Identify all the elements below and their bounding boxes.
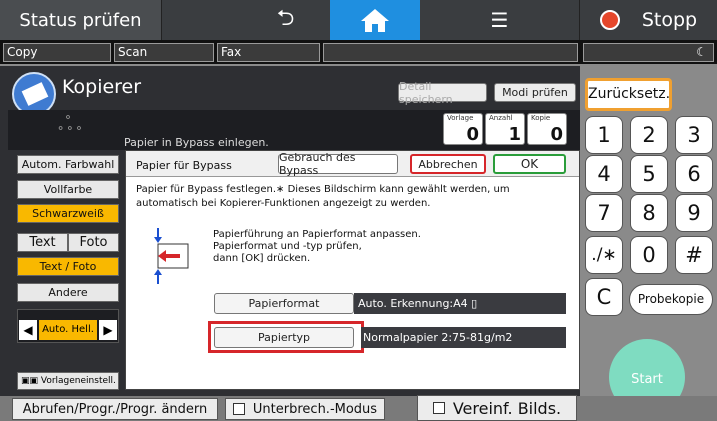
paper-orientation-icon: ▯	[467, 297, 478, 310]
menu-icon: ☰	[490, 8, 509, 32]
instruction-line-2: Papierformat und -typ prüfen,	[213, 241, 362, 252]
ok-button[interactable]: OK	[493, 154, 566, 174]
key-hash[interactable]: #	[675, 236, 713, 274]
dialog-description-1: Papier für Bypass festlegen.∗ Dieses Bil…	[136, 184, 510, 195]
machine-icon: ⚬ ⚬⚬⚬	[56, 111, 84, 135]
tab-copy[interactable]: Copy	[3, 43, 111, 62]
text-photo-mode-button[interactable]: Text / Foto	[17, 257, 119, 276]
sample-copy-button[interactable]: Probekopie	[629, 284, 713, 315]
tab-extra[interactable]: ☾	[583, 43, 714, 62]
bypass-tray-icon	[150, 226, 192, 286]
simple-screen-button[interactable]: Vereinf. Bilds.	[417, 395, 577, 421]
stop-icon	[599, 10, 620, 30]
simple-screen-checkbox	[432, 402, 445, 414]
moon-icon: ☾	[696, 45, 707, 59]
start-label: Start	[631, 372, 663, 387]
reset-button[interactable]: Zurücksetz.	[585, 78, 672, 111]
instruction-line-1: Papierführung an Papierformat anpassen.	[213, 229, 421, 240]
key-clear[interactable]: C	[585, 278, 623, 316]
back-arrow-icon: ⮌	[276, 6, 295, 31]
paper-format-button[interactable]: Papierformat	[214, 293, 354, 314]
key-6[interactable]: 6	[675, 155, 713, 193]
status-message: Papier in Bypass einlegen.	[124, 136, 269, 149]
tab-fax[interactable]: Fax	[217, 43, 320, 62]
key-7[interactable]: 7	[585, 194, 623, 232]
key-1[interactable]: 1	[585, 116, 623, 154]
stop-button[interactable]: Stopp	[580, 0, 717, 40]
paper-type-value: Normalpapier 2:75-81g/m2	[361, 327, 566, 348]
original-settings-icon: ▣▣	[21, 376, 41, 386]
home-button[interactable]	[330, 0, 420, 40]
other-mode-button[interactable]: Andere	[17, 283, 119, 302]
tab-empty[interactable]	[323, 43, 578, 62]
key-8[interactable]: 8	[630, 194, 668, 232]
paper-format-value: Auto. Erkennung:A4 ▯	[354, 293, 566, 314]
key-4[interactable]: 4	[585, 155, 623, 193]
quantity-counter: Anzahl 1	[485, 113, 525, 145]
home-icon	[361, 9, 389, 32]
key-2[interactable]: 2	[630, 116, 668, 154]
auto-light-button[interactable]: Auto. Hell.	[39, 320, 97, 340]
key-9[interactable]: 9	[675, 194, 713, 232]
key-0[interactable]: 0	[630, 236, 668, 274]
top-bar: Status prüfen ⮌ ☰ Stopp	[0, 0, 717, 40]
dialog-description-2: automatisch bei Kopierer-Funktionen ange…	[136, 198, 431, 209]
status-check-button[interactable]: Status prüfen	[0, 0, 162, 40]
photo-mode-button[interactable]: Foto	[68, 233, 119, 252]
copies-counter: Kopie 0	[527, 113, 567, 145]
function-tab-bar: Copy Scan Fax ☾	[0, 40, 717, 64]
cancel-button[interactable]: Abbrechen	[410, 154, 486, 174]
text-mode-button[interactable]: Text	[17, 233, 68, 252]
original-settings-button[interactable]: ▣▣ Vorlageneinstell.	[17, 372, 119, 390]
dialog-title: Papier für Bypass	[136, 159, 232, 172]
recall-program-button[interactable]: Abrufen/Progr./Progr. ändern	[12, 398, 218, 420]
density-right-button[interactable]: ▶	[99, 320, 117, 340]
key-dot-star[interactable]: ./∗	[585, 236, 623, 274]
originals-counter: Vorlage 0	[443, 113, 483, 145]
menu-button[interactable]: ☰	[420, 0, 580, 40]
interrupt-mode-button[interactable]: Unterbrech.-Modus	[225, 398, 385, 420]
full-color-button[interactable]: Vollfarbe	[17, 180, 119, 199]
key-3[interactable]: 3	[675, 116, 713, 154]
paper-type-button[interactable]: Papiertyp	[214, 327, 354, 348]
density-left-button[interactable]: ◀	[19, 320, 37, 340]
auto-color-button[interactable]: Autom. Farbwahl	[17, 155, 119, 174]
interrupt-checkbox	[232, 403, 245, 415]
copier-title: Kopierer	[62, 76, 142, 98]
save-detail-button[interactable]: Detail speichern	[398, 80, 487, 106]
black-white-button[interactable]: Schwarzweiß	[17, 204, 119, 223]
check-modes-button[interactable]: Modi prüfen	[494, 83, 576, 102]
instruction-line-3: dann [OK] drücken.	[213, 253, 311, 264]
stop-label: Stopp	[641, 9, 698, 31]
use-bypass-button[interactable]: Gebrauch des Bypass	[278, 151, 398, 177]
tab-scan[interactable]: Scan	[114, 43, 214, 62]
key-5[interactable]: 5	[630, 155, 668, 193]
